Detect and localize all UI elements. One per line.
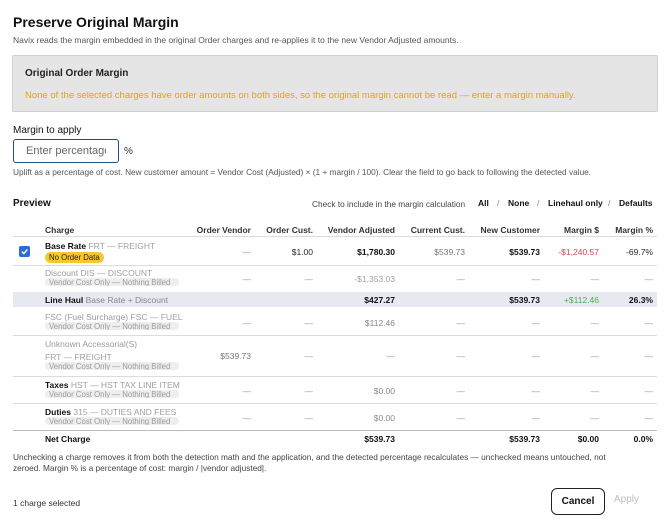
- vendor-cost-only-badge: Vendor Cost Only — Nothing Billed: [45, 278, 179, 286]
- filter-defaults-link[interactable]: Defaults: [619, 198, 653, 208]
- margin-pct-value: —: [644, 318, 654, 328]
- current-cust-value: —: [456, 386, 466, 396]
- margin-pct-value: —: [644, 274, 654, 284]
- order-vendor-value: —: [242, 274, 252, 284]
- net-vendor-adjusted: $539.73: [364, 434, 395, 444]
- current-cust-value: $539.73: [434, 247, 465, 257]
- vendor-adjusted-value: $112.46: [364, 318, 395, 328]
- header-margin-dollar: Margin $: [564, 225, 599, 235]
- charge-name: Duties 315 — DUTIES AND FEES: [45, 407, 177, 417]
- margin-dollar-value: —: [590, 274, 600, 284]
- selected-count: 1 charge selected: [13, 498, 81, 508]
- dialog-subtitle: Navix reads the margin embedded in the o…: [13, 35, 459, 45]
- header-margin-pct: Margin %: [615, 225, 653, 235]
- order-vendor-value: $539.73: [220, 351, 251, 361]
- vendor-adjusted-value: $0.00: [373, 386, 395, 396]
- new-customer-value: —: [531, 413, 541, 423]
- new-customer-value: $539.73: [509, 295, 540, 305]
- cancel-button[interactable]: Cancel: [551, 488, 605, 515]
- order-vendor-value: —: [242, 318, 252, 328]
- filter-all-link[interactable]: All: [478, 198, 489, 208]
- margin-dollar-value: -$1,240.57: [558, 247, 599, 257]
- vendor-cost-only-badge: Vendor Cost Only — Nothing Billed: [45, 362, 179, 370]
- no-order-data-badge: No Order Data: [45, 252, 104, 263]
- header-vendor-adjusted: Vendor Adjusted: [327, 225, 395, 235]
- order-vendor-value: —: [242, 247, 252, 257]
- margin-pct-value: —: [644, 351, 654, 361]
- check-hint: Check to include in the margin calculati…: [312, 199, 466, 209]
- header-current-cust: Current Cust.: [410, 225, 465, 235]
- margin-pct-value: —: [644, 413, 654, 423]
- margin-dollar-value: —: [590, 386, 600, 396]
- filter-separator: /: [497, 198, 500, 208]
- charge-name: Discount DIS — DISCOUNT: [45, 268, 153, 278]
- apply-button[interactable]: Apply: [614, 494, 639, 505]
- new-customer-value: —: [531, 386, 541, 396]
- new-customer-value: —: [531, 274, 541, 284]
- header-order-vendor: Order Vendor: [196, 225, 251, 235]
- net-margin-pct: 0.0%: [633, 434, 653, 444]
- header-charge: Charge: [45, 225, 75, 235]
- order-cust-value: —: [304, 318, 314, 328]
- order-cust-value: $1.00: [291, 247, 313, 257]
- new-customer-value: —: [531, 318, 541, 328]
- order-vendor-value: —: [242, 413, 252, 423]
- margin-pct-value: —: [644, 386, 654, 396]
- row-checkbox-base-rate[interactable]: [19, 246, 30, 257]
- banner-title: Original Order Margin: [25, 68, 129, 79]
- original-margin-banner: Original Order Margin None of the select…: [12, 55, 658, 112]
- dialog-title: Preserve Original Margin: [13, 14, 179, 30]
- vendor-cost-only-badge: Vendor Cost Only — Nothing Billed: [45, 322, 179, 330]
- footer-note: Unchecking a charge removes it from both…: [13, 452, 606, 473]
- charge-name: FSC (Fuel Surcharge) FSC — FUEL: [45, 312, 183, 322]
- header-new-customer: New Customer: [480, 225, 540, 235]
- order-vendor-value: —: [242, 386, 252, 396]
- charge-name: Unknown Accessorial(S): [45, 339, 138, 349]
- order-cust-value: —: [304, 413, 314, 423]
- margin-dollar-value: +$112.46: [563, 295, 599, 305]
- net-charge-label: Net Charge: [45, 434, 91, 444]
- vendor-adjusted-value: $0.00: [373, 413, 395, 423]
- margin-dollar-value: —: [590, 413, 600, 423]
- filter-none-link[interactable]: None: [508, 198, 529, 208]
- new-customer-value: $539.73: [509, 247, 540, 257]
- net-new-customer: $539.73: [509, 434, 540, 444]
- order-cust-value: —: [304, 351, 314, 361]
- header-order-cust: Order Cust.: [266, 225, 313, 235]
- percent-unit: %: [124, 146, 133, 157]
- margin-percentage-input[interactable]: [13, 139, 119, 163]
- charge-name: Base Rate FRT — FREIGHT: [45, 241, 156, 251]
- filter-linehaul-only-link[interactable]: Linehaul only: [548, 198, 603, 208]
- charge-name: Line Haul Base Rate + Discount: [45, 295, 169, 305]
- charge-name: Taxes HST — HST TAX LINE ITEM: [45, 380, 180, 390]
- margin-dollar-value: —: [590, 318, 600, 328]
- current-cust-value: —: [456, 274, 466, 284]
- vendor-cost-only-badge: Vendor Cost Only — Nothing Billed: [45, 390, 179, 398]
- charge-code: FRT — FREIGHT: [45, 352, 112, 362]
- vendor-adjusted-value: $427.27: [364, 295, 395, 305]
- vendor-adjusted-value: $1,780.30: [357, 247, 395, 257]
- banner-warning-message: None of the selected charges have order …: [25, 90, 576, 101]
- margin-label: Margin to apply: [13, 125, 82, 136]
- net-margin-dollar: $0.00: [577, 434, 599, 444]
- current-cust-value: —: [456, 318, 466, 328]
- vendor-adjusted-value: —: [386, 351, 396, 361]
- order-cust-value: —: [304, 386, 314, 396]
- filter-separator: /: [537, 198, 540, 208]
- margin-dollar-value: —: [590, 351, 600, 361]
- current-cust-value: —: [456, 413, 466, 423]
- preview-label: Preview: [13, 198, 51, 209]
- vendor-adjusted-value: -$1,353.03: [354, 274, 395, 284]
- new-customer-value: —: [531, 351, 541, 361]
- current-cust-value: —: [456, 351, 466, 361]
- margin-help-text: Uplift as a percentage of cost. New cust…: [13, 167, 592, 177]
- order-cust-value: —: [304, 274, 314, 284]
- check-icon: [21, 249, 28, 255]
- margin-pct-value: 26.3%: [628, 295, 653, 305]
- vendor-cost-only-badge: Vendor Cost Only — Nothing Billed: [45, 417, 179, 425]
- filter-separator: /: [608, 198, 611, 208]
- margin-pct-value: -69.7%: [626, 247, 653, 257]
